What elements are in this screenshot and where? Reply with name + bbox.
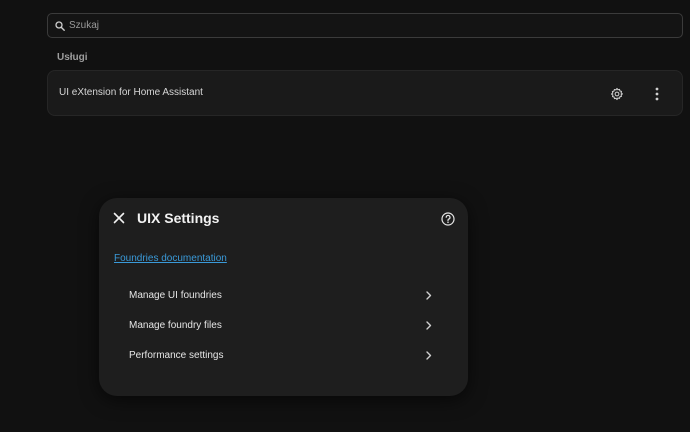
more-vert-icon[interactable] (646, 83, 668, 105)
menu-item-label: Manage foundry files (129, 319, 222, 331)
menu-item-performance-settings[interactable]: Performance settings (129, 345, 434, 365)
menu-item-manage-ui-foundries[interactable]: Manage UI foundries (129, 285, 434, 305)
menu-item-label: Manage UI foundries (129, 289, 222, 301)
search-bar[interactable] (47, 13, 683, 38)
menu-item-label: Performance settings (129, 349, 224, 361)
gear-icon[interactable] (606, 83, 628, 105)
page: Usługi UI eXtension for Home Assistant U… (0, 0, 690, 432)
dialog-title: UIX Settings (137, 210, 220, 226)
service-card[interactable]: UI eXtension for Home Assistant (47, 70, 683, 116)
chevron-right-icon (424, 290, 434, 300)
foundries-documentation-link[interactable]: Foundries documentation (114, 253, 227, 264)
close-icon[interactable] (111, 210, 127, 226)
search-input[interactable] (69, 20, 682, 31)
chevron-right-icon (424, 320, 434, 330)
search-icon (54, 20, 65, 31)
menu-item-manage-foundry-files[interactable]: Manage foundry files (129, 315, 434, 335)
help-icon[interactable] (440, 211, 455, 226)
service-name: UI eXtension for Home Assistant (59, 87, 203, 98)
uix-settings-dialog: UIX Settings Foundries documentation Man… (99, 198, 468, 396)
section-label: Usługi (57, 52, 88, 63)
chevron-right-icon (424, 350, 434, 360)
